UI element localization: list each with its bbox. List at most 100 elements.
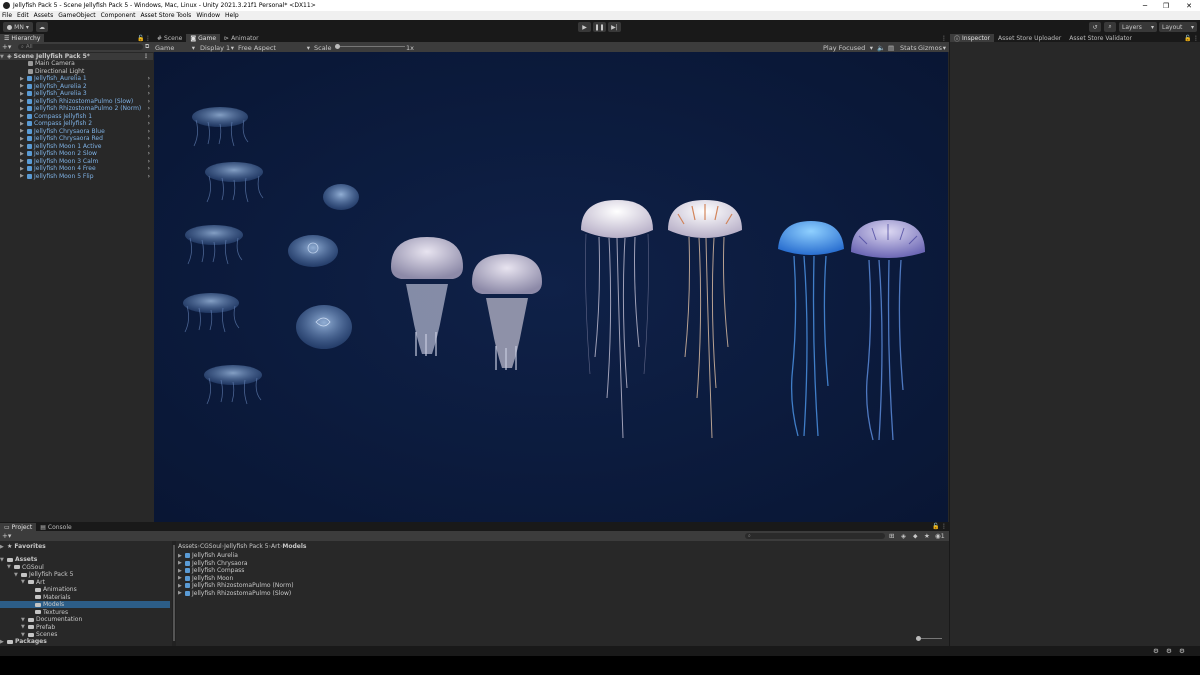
expand-arrow-icon[interactable]: ▼ [7, 564, 12, 570]
folder-tree-item[interactable]: ▼ Assets [0, 556, 170, 563]
expand-arrow-icon[interactable]: ▶ [20, 128, 25, 134]
file-item[interactable]: ▶ Jellyfish Compass [178, 567, 244, 574]
hierarchy-item[interactable]: Main Camera [0, 60, 153, 67]
folder-tree-item[interactable]: ▼ CGSoul [0, 564, 170, 571]
expand-arrow-icon[interactable]: ▶ [20, 91, 25, 97]
play-focused-dropdown[interactable]: Play Focused ▾ [823, 44, 873, 52]
hierarchy-item[interactable]: ▶ Jellyfish RhizostomaPulmo 2 (Norm) › [0, 105, 153, 112]
open-prefab-icon[interactable]: › [148, 158, 150, 165]
expand-arrow-icon[interactable]: ▶ [0, 639, 5, 645]
tab-scene[interactable]: # Scene [153, 34, 186, 42]
hierarchy-item[interactable]: ▶ Jellyfish Moon 3 Calm › [0, 158, 153, 165]
game-viewport[interactable] [154, 52, 948, 522]
tag-icon[interactable]: ⬥ [913, 532, 918, 541]
expand-arrow-icon[interactable]: ▼ [21, 579, 26, 585]
file-item[interactable]: ▶ Jellyfish RhizostomaPulmo (Slow) [178, 590, 291, 597]
menu-window[interactable]: Window [196, 12, 220, 19]
expand-arrow-icon[interactable]: ▶ [20, 173, 25, 179]
menu-file[interactable]: File [2, 12, 12, 19]
hierarchy-item[interactable]: ▶ Jellyfish Moon 5 Flip › [0, 173, 153, 180]
expand-arrow-icon[interactable]: ▶ [20, 113, 25, 119]
step-button[interactable]: ▶| [608, 22, 621, 32]
expand-arrow-icon[interactable]: ▶ [20, 136, 25, 142]
add-button[interactable]: +▾ [2, 43, 11, 51]
game-mode-dropdown[interactable]: Game ▾ [155, 44, 195, 52]
hierarchy-item[interactable]: ▶ Jellyfish RhizostomaPulmo (Slow) › [0, 98, 153, 105]
expand-arrow-icon[interactable]: ▶ [20, 121, 25, 127]
file-item[interactable]: ▶ Jellyfish Chrysaora [178, 560, 248, 567]
expand-arrow-icon[interactable]: ▶ [20, 98, 25, 104]
folder-tree-item[interactable]: ▼ Scenes [0, 631, 170, 638]
network-icon[interactable]: ⚙ [1153, 647, 1159, 655]
expand-arrow-icon[interactable]: ▶ [178, 575, 183, 581]
expand-arrow-icon[interactable]: ▶ [20, 151, 25, 157]
layout-dropdown[interactable]: Layout ▾ [1159, 22, 1197, 32]
scale-slider[interactable] [335, 44, 405, 49]
hierarchy-item[interactable]: ▶ Jellyfish_Aurelia 1 › [0, 75, 153, 82]
tree-scrollbar-thumb[interactable] [173, 545, 175, 641]
collab-icon[interactable]: ⚙ [1166, 647, 1172, 655]
icon-size-slider[interactable] [916, 636, 942, 641]
scene-row[interactable]: ▼ ◈ Scene Jellyfish Pack 5* ⋮ [0, 53, 153, 60]
scene-more-icon[interactable]: ⋮ [143, 53, 149, 60]
hierarchy-item[interactable]: ▶ Compass Jellyfish 1 › [0, 113, 153, 120]
lock-icon[interactable]: 🔓 [1184, 35, 1191, 42]
project-search-input[interactable]: ⌕ [745, 533, 885, 539]
play-button[interactable]: ▶ [578, 22, 591, 32]
expand-arrow-icon[interactable]: ▶ [178, 590, 183, 596]
star-icon[interactable]: ★ [924, 532, 930, 540]
maximize-button[interactable]: ❐ [1155, 0, 1177, 11]
menu-help[interactable]: Help [225, 12, 239, 19]
tab-asset-store-uploader[interactable]: Asset Store Uploader [994, 34, 1065, 42]
tab-animator[interactable]: ⊳ Animator [220, 34, 263, 42]
expand-arrow-icon[interactable]: ▶ [178, 553, 183, 559]
expand-arrow-icon[interactable]: ▶ [20, 158, 25, 164]
folder-tree-item[interactable]: Models [0, 601, 170, 608]
menu-gameobject[interactable]: GameObject [58, 12, 95, 19]
open-prefab-icon[interactable]: › [148, 90, 150, 97]
more-options-icon[interactable]: ⋮ [941, 523, 947, 530]
layers-dropdown[interactable]: Layers ▾ [1119, 22, 1157, 32]
folder-tree-item[interactable]: Textures [0, 609, 170, 616]
display-dropdown[interactable]: Display 1 ▾ [200, 44, 234, 52]
tab-game[interactable]: ◙ Game [186, 34, 221, 42]
open-prefab-icon[interactable]: › [148, 113, 150, 120]
expand-arrow-icon[interactable]: ▼ [21, 624, 26, 630]
menu-edit[interactable]: Edit [17, 12, 29, 19]
menu-assets[interactable]: Assets [34, 12, 54, 19]
file-item[interactable]: ▶ Jellyfish Aurelia [178, 552, 238, 559]
folder-tree-item[interactable]: ▼ Prefab [0, 624, 170, 631]
cloud-button[interactable]: ☁ [36, 22, 48, 32]
menu-asset-store-tools[interactable]: Asset Store Tools [140, 12, 191, 19]
expand-arrow-icon[interactable]: ▶ [20, 83, 25, 89]
file-item[interactable]: ▶ Jellyfish RhizostomaPulmo (Norm) [178, 582, 294, 589]
file-item[interactable]: ▶ Jellyfish Moon [178, 575, 233, 582]
hierarchy-item[interactable]: Directional Light [0, 68, 153, 75]
expand-arrow-icon[interactable]: ▶ [20, 143, 25, 149]
expand-arrow-icon[interactable]: ▼ [21, 617, 26, 623]
more-options-icon[interactable]: ⋮ [941, 35, 947, 42]
hierarchy-item[interactable]: ▶ Jellyfish Chrysaora Red › [0, 135, 153, 142]
close-button[interactable]: ✕ [1178, 0, 1200, 11]
aspect-dropdown[interactable]: Free Aspect ▾ [238, 44, 310, 52]
filter-icon[interactable]: ⧉ [145, 43, 149, 51]
hierarchy-item[interactable]: ▶ Jellyfish_Aurelia 2 › [0, 83, 153, 90]
hierarchy-search-input[interactable]: ⌕ All [18, 44, 143, 50]
create-button[interactable]: +▾ [2, 532, 11, 540]
hierarchy-item[interactable]: ▶ Jellyfish Moon 2 Slow › [0, 150, 153, 157]
tab-asset-store-validator[interactable]: Asset Store Validator [1065, 34, 1136, 42]
breadcrumb-item[interactable]: CGSoul [200, 543, 222, 550]
search-button[interactable]: ⌕ [1104, 22, 1116, 32]
open-prefab-icon[interactable]: › [148, 98, 150, 105]
open-prefab-icon[interactable]: › [148, 120, 150, 127]
more-options-icon[interactable]: ⋮ [1193, 35, 1199, 42]
expand-arrow-icon[interactable]: ▶ [20, 166, 25, 172]
gizmos-dropdown[interactable]: Gizmos ▾ [918, 44, 946, 52]
tab-project[interactable]: ▭ Project [0, 523, 37, 531]
search-by-type-icon[interactable]: ⊞ [889, 532, 894, 540]
open-prefab-icon[interactable]: › [148, 75, 150, 82]
expand-arrow-icon[interactable]: ▼ [0, 557, 5, 563]
bug-icon[interactable]: ⚙ [1179, 647, 1185, 655]
hierarchy-item[interactable]: ▶ Jellyfish_Aurelia 3 › [0, 90, 153, 97]
open-prefab-icon[interactable]: › [148, 150, 150, 157]
